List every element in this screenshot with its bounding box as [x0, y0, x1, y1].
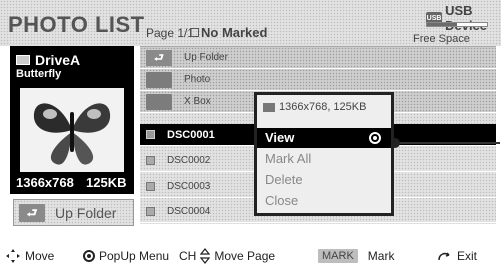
list-item-label: DSC0001 — [167, 128, 215, 141]
page-title: PHOTO LIST — [8, 12, 145, 37]
radio-selected-icon — [369, 132, 381, 144]
popup-item-label: Mark All — [265, 151, 312, 166]
footer-legend: Move PopUp Menu CH Move Page MARK Mark E… — [0, 246, 501, 266]
list-item-label: DSC0002 — [167, 155, 211, 166]
usb-usage-fill — [427, 23, 457, 26]
popup-item-close[interactable]: Close — [257, 191, 391, 211]
ch-label: CH — [179, 249, 197, 263]
list-item-folder[interactable]: Photo — [140, 69, 496, 91]
up-folder-icon: ⮐ — [146, 49, 172, 66]
list-item-label: X Box — [184, 96, 211, 107]
photo-icon — [263, 102, 275, 112]
legend-move-label: Move — [25, 249, 55, 263]
marked-status-text: No Marked — [201, 25, 268, 40]
up-folder-icon: ⮐ — [19, 203, 45, 222]
exit-arrow-icon — [438, 252, 450, 261]
ok-button-icon — [83, 250, 95, 262]
photo-file-icon — [146, 130, 155, 139]
drive-label: DriveA — [16, 52, 80, 68]
legend-exit-label: Exit — [457, 249, 478, 263]
usb-usage-bar — [426, 22, 488, 27]
header-bar: PHOTO LIST Page 1/1 No Marked USB USB De… — [0, 0, 501, 57]
preview-thumbnail — [20, 88, 124, 172]
usb-device: USB USB Device — [426, 3, 501, 33]
drive-icon — [16, 55, 30, 65]
folder-icon — [146, 93, 172, 110]
popup-item-delete[interactable]: Delete — [257, 170, 391, 190]
usb-device-label: USB Device — [445, 3, 487, 33]
mark-key-icon: MARK — [318, 249, 358, 263]
legend-move: Move — [5, 246, 54, 266]
legend-mark-label: Mark — [367, 249, 395, 263]
popup-connector-line — [392, 142, 500, 144]
photo-file-icon — [146, 156, 155, 165]
legend-exit: Exit — [437, 246, 477, 266]
preview-size: 125KB — [86, 175, 127, 190]
list-item-label: DSC0004 — [167, 206, 211, 217]
legend-mark: MARK Mark — [318, 246, 394, 266]
photo-file-icon — [146, 182, 155, 191]
popup-file-info-text: 1366x768, 125KB — [279, 101, 367, 113]
marked-status: No Marked — [190, 25, 267, 40]
legend-popup-menu: PopUp Menu — [83, 246, 169, 266]
up-folder-button[interactable]: ⮐ Up Folder — [13, 199, 134, 226]
popup-item-view[interactable]: View — [257, 128, 391, 148]
preview-resolution: 1366x768 — [16, 175, 74, 190]
direction-arrows-icon — [5, 248, 21, 264]
photo-file-icon — [146, 207, 155, 216]
legend-move-page: CH Move Page — [179, 246, 275, 266]
album-name: Butterfly — [16, 68, 62, 80]
drive-name: DriveA — [35, 52, 81, 68]
list-item-label: DSC0003 — [167, 181, 211, 192]
legend-popup-menu-label: PopUp Menu — [99, 249, 170, 263]
list-item-label: Photo — [184, 74, 211, 85]
list-item-up-folder[interactable]: ⮐ Up Folder — [140, 47, 496, 69]
popup-item-label: View — [265, 130, 295, 145]
popup-item-mark-all[interactable]: Mark All — [257, 149, 391, 169]
up-folder-button-label: Up Folder — [55, 204, 117, 221]
popup-menu: 1366x768, 125KB View Mark All Delete Clo… — [254, 92, 394, 216]
checkbox-icon — [190, 28, 199, 37]
butterfly-image — [20, 88, 124, 172]
popup-item-label: Close — [265, 193, 299, 208]
page-indicator: Page 1/1 — [146, 26, 195, 40]
legend-move-page-label: Move Page — [214, 249, 276, 263]
folder-icon — [146, 71, 172, 88]
list-item-label: Up Folder — [184, 52, 228, 63]
channel-updown-icon — [200, 248, 211, 264]
popup-item-label: Delete — [265, 172, 303, 187]
popup-file-info: 1366x768, 125KB — [263, 101, 366, 113]
preview-panel: DriveA Butterfly 1366x768 125KB — [10, 46, 134, 194]
